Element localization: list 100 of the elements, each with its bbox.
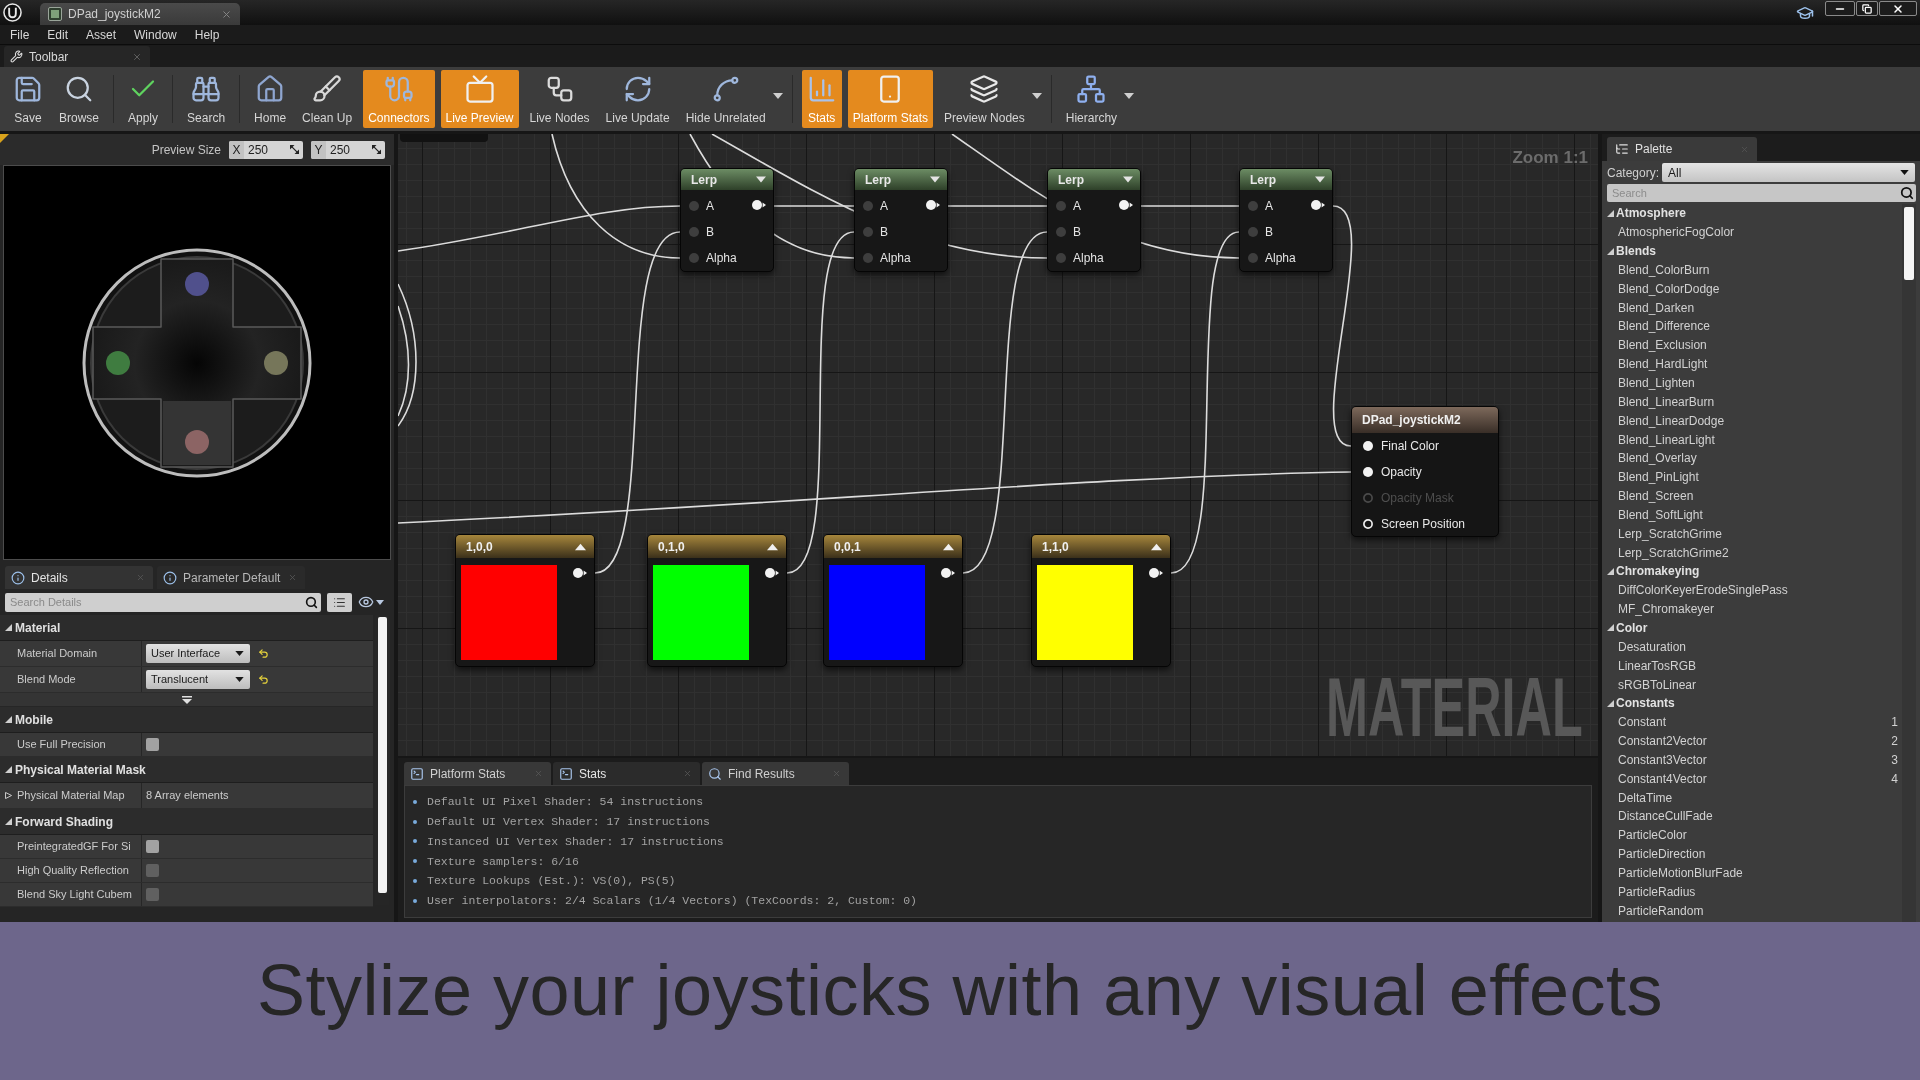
- document-tab[interactable]: DPad_joystickM2: [40, 3, 240, 25]
- dropdown[interactable]: User Interface: [146, 644, 250, 663]
- expand-triangle-icon[interactable]: [1607, 699, 1614, 707]
- caret-down-icon[interactable]: [772, 93, 783, 99]
- input-pin-icon[interactable]: [689, 201, 699, 211]
- category-header[interactable]: Mobile: [0, 707, 373, 733]
- input-pin-icon[interactable]: [863, 253, 873, 263]
- preview-height-field[interactable]: Y 250: [311, 140, 385, 159]
- palette-item[interactable]: DistanceCullFade: [1618, 807, 1713, 826]
- expand-triangle-icon[interactable]: [5, 818, 12, 825]
- palette-item[interactable]: Blend_LinearBurn: [1618, 392, 1715, 411]
- palette-item[interactable]: MF_Chromakeyer: [1618, 600, 1715, 619]
- toolbar-button[interactable]: Hierarchy: [1060, 70, 1123, 128]
- lerp-node[interactable]: Lerp A B Alpha: [1239, 168, 1333, 272]
- menu-item[interactable]: Asset: [77, 25, 126, 44]
- panel-tab[interactable]: Toolbar: [4, 46, 150, 67]
- palette-item[interactable]: DeltaTime: [1618, 788, 1673, 807]
- pin-icon[interactable]: [1363, 467, 1373, 477]
- pin-icon[interactable]: [1363, 441, 1373, 451]
- palette-item[interactable]: Blend_Overlay: [1618, 449, 1697, 468]
- palette-item[interactable]: Blend_ColorBurn: [1618, 260, 1710, 279]
- panel-tab[interactable]: Platform Stats: [404, 762, 551, 785]
- toolbar-button[interactable]: Search: [182, 70, 231, 128]
- color-node[interactable]: 0,0,1: [823, 534, 963, 667]
- checkbox[interactable]: [146, 840, 159, 853]
- output-pin-icon[interactable]: [765, 568, 779, 578]
- palette-category[interactable]: Constants: [1616, 694, 1675, 713]
- output-pin-icon[interactable]: [752, 200, 766, 210]
- caret-down-icon[interactable]: [1315, 176, 1325, 183]
- palette-item[interactable]: sRGBToLinear: [1618, 675, 1697, 694]
- expand-triangle-icon[interactable]: [5, 716, 12, 723]
- node-edge[interactable]: [400, 134, 488, 142]
- input-pin-icon[interactable]: [1248, 201, 1258, 211]
- graduation-cap-icon[interactable]: [1796, 4, 1814, 22]
- caret-up-icon[interactable]: [943, 542, 954, 551]
- list-view-button[interactable]: [327, 592, 352, 612]
- toolbar-button[interactable]: Live Nodes: [524, 70, 595, 128]
- panel-tab[interactable]: Details: [5, 566, 153, 589]
- input-pin-icon[interactable]: [1056, 227, 1066, 237]
- palette-item[interactable]: Desaturation: [1618, 637, 1687, 656]
- color-node[interactable]: 1,1,0: [1031, 534, 1171, 667]
- input-pin-icon[interactable]: [863, 227, 873, 237]
- palette-item[interactable]: Constant4Vector: [1618, 769, 1707, 788]
- input-pin-icon[interactable]: [1056, 201, 1066, 211]
- category-header[interactable]: Material: [0, 615, 373, 641]
- dropdown[interactable]: Translucent: [146, 670, 250, 689]
- expand-triangle-icon[interactable]: [1607, 567, 1614, 575]
- menu-item[interactable]: Window: [125, 25, 186, 44]
- category-header[interactable]: Physical Material Mask: [0, 757, 373, 783]
- input-pin-icon[interactable]: [1248, 227, 1258, 237]
- category-header[interactable]: Forward Shading: [0, 809, 373, 835]
- panel-tab[interactable]: Parameter Default: [157, 566, 305, 589]
- output-pin-icon[interactable]: [926, 200, 940, 210]
- toolbar-button[interactable]: Home: [249, 70, 292, 128]
- palette-item[interactable]: Constant3Vector: [1618, 750, 1707, 769]
- toolbar-button[interactable]: Save: [8, 70, 48, 128]
- palette-category[interactable]: Atmosphere: [1616, 204, 1686, 223]
- resize-arrow-icon[interactable]: [290, 145, 299, 154]
- caret-down-icon[interactable]: [930, 176, 940, 183]
- palette-item[interactable]: Blend_HardLight: [1618, 355, 1708, 374]
- menu-item[interactable]: Help: [185, 25, 229, 44]
- palette-item[interactable]: Blend_ColorDodge: [1618, 279, 1720, 298]
- palette-item[interactable]: AtmosphericFogColor: [1618, 223, 1735, 242]
- lerp-node[interactable]: Lerp A B Alpha: [1047, 168, 1141, 272]
- expand-triangle-icon[interactable]: [1607, 209, 1614, 217]
- palette-item[interactable]: DiffColorKeyerErodeSinglePass: [1618, 581, 1788, 600]
- palette-item[interactable]: Blend_Screen: [1618, 487, 1694, 506]
- palette-category[interactable]: Chromakeying: [1616, 562, 1700, 581]
- palette-item[interactable]: Blend_Lighten: [1618, 374, 1695, 392]
- lerp-node[interactable]: Lerp A B Alpha: [854, 168, 948, 272]
- panel-tab[interactable]: Find Results: [702, 762, 849, 785]
- palette-item[interactable]: Constant2Vector: [1618, 732, 1707, 751]
- preview-viewport[interactable]: [3, 165, 391, 560]
- palette-item[interactable]: Blend_Exclusion: [1618, 336, 1707, 355]
- input-pin-icon[interactable]: [863, 201, 873, 211]
- palette-item[interactable]: Blend_LinearDodge: [1618, 411, 1725, 430]
- restore-button[interactable]: [1856, 1, 1878, 16]
- expand-triangle-icon[interactable]: [5, 766, 12, 773]
- caret-down-icon[interactable]: [1123, 176, 1133, 183]
- palette-item[interactable]: Constant: [1618, 713, 1667, 732]
- toolbar-button[interactable]: Browse: [54, 70, 104, 128]
- output-pin-icon[interactable]: [1149, 568, 1163, 578]
- palette-item[interactable]: Blend_PinLight: [1618, 468, 1699, 487]
- color-node[interactable]: 1,0,0: [455, 534, 595, 667]
- caret-down-icon[interactable]: [1124, 93, 1135, 99]
- category-dropdown[interactable]: All: [1662, 163, 1915, 182]
- expand-triangle-icon[interactable]: [1607, 624, 1614, 632]
- input-pin-icon[interactable]: [689, 253, 699, 263]
- palette-item[interactable]: Lerp_ScratchGrime: [1618, 524, 1723, 543]
- reset-arrow-icon[interactable]: [258, 648, 269, 659]
- minimize-button[interactable]: [1825, 1, 1855, 16]
- input-pin-icon[interactable]: [1248, 253, 1258, 263]
- palette-category[interactable]: Blends: [1616, 242, 1656, 261]
- close-button[interactable]: [1879, 1, 1917, 16]
- menu-item[interactable]: Edit: [38, 25, 78, 44]
- checkbox[interactable]: [146, 738, 159, 751]
- palette-item[interactable]: Lerp_ScratchGrime2: [1618, 543, 1729, 562]
- output-pin-icon[interactable]: [1119, 200, 1133, 210]
- resize-arrow-icon[interactable]: [372, 145, 381, 154]
- expand-triangle-icon[interactable]: [1607, 247, 1614, 255]
